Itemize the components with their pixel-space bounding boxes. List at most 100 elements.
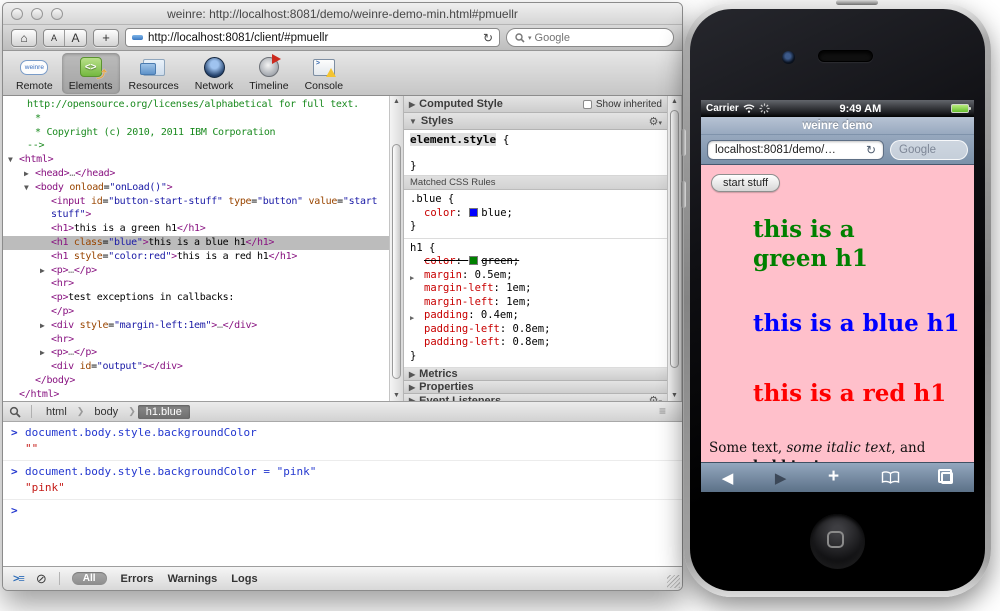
dom-tree-node[interactable]: <p>test exceptions in callbacks: <box>3 291 389 305</box>
volume-up-button[interactable] <box>681 129 686 156</box>
collapse-arrow-icon[interactable]: ▼ <box>8 153 13 167</box>
scroll-up-icon[interactable]: ▲ <box>390 98 403 105</box>
css-property[interactable]: margin-left: 1em; <box>404 282 667 296</box>
tab-console[interactable]: Console <box>298 53 351 94</box>
css-property[interactable]: ▶margin: 0.5em; <box>404 269 667 283</box>
computed-style-section-header[interactable]: ▶ Computed Style Show inherited <box>404 96 667 113</box>
tab-elements[interactable]: <> Elements <box>62 53 120 94</box>
volume-down-button[interactable] <box>681 181 686 208</box>
search-input[interactable] <box>535 32 677 44</box>
color-swatch-icon[interactable] <box>469 256 478 265</box>
splitter-handle-icon[interactable]: ≡ <box>659 404 666 418</box>
home-button[interactable]: ⌂ <box>11 29 37 47</box>
dom-tree-node[interactable]: ▼<body onload="onLoad()"> <box>3 181 389 195</box>
clear-console-icon[interactable]: ⊘ <box>36 571 47 587</box>
tab-timeline[interactable]: Timeline <box>242 53 295 94</box>
show-inherited-checkbox[interactable] <box>583 100 592 109</box>
styles-section-header[interactable]: ▼ Styles ⚙▾ <box>404 113 667 130</box>
breadcrumb-item-h1.blue[interactable]: h1.blue <box>138 405 190 419</box>
collapse-arrow-icon[interactable]: ▼ <box>409 117 417 126</box>
event-listeners-section-header[interactable]: ▶ Event Listeners ⚙▾ <box>404 394 667 401</box>
dom-tree-node[interactable]: <h1 class="blue">this is a blue h1</h1> <box>3 236 389 250</box>
properties-section-header[interactable]: ▶ Properties <box>404 381 667 394</box>
start-stuff-button[interactable]: start stuff <box>711 174 780 192</box>
font-larger-button[interactable]: A <box>65 30 86 46</box>
add-bookmark-icon[interactable]: + <box>828 466 839 488</box>
forward-icon[interactable]: ▶ <box>775 469 787 487</box>
gear-icon[interactable]: ⚙▾ <box>649 115 662 128</box>
dom-tree-node[interactable]: </html> <box>3 388 389 401</box>
sidebar-scrollbar[interactable]: ▲ ▼ <box>667 96 682 401</box>
dom-tree-scrollbar[interactable]: ▲ ▼ <box>389 96 404 401</box>
toggle-console-icon[interactable]: >≡ <box>13 573 24 585</box>
console-input-row[interactable]: > <box>3 500 682 505</box>
reload-icon[interactable]: ↻ <box>866 143 876 157</box>
dom-tree-node[interactable]: ▶<div style="margin-left:1em">…</div> <box>3 319 389 333</box>
dom-tree-node[interactable]: ▶<head>…</head> <box>3 167 389 181</box>
css-property[interactable]: padding-left: 0.8em; <box>404 336 667 350</box>
browser-search-field[interactable]: ▾ <box>506 28 674 47</box>
tab-resources[interactable]: Resources <box>122 53 186 94</box>
scroll-down-icon[interactable]: ▼ <box>668 392 681 399</box>
expand-arrow-icon[interactable]: ▶ <box>40 264 45 278</box>
font-smaller-button[interactable]: A <box>44 30 65 46</box>
css-property[interactable]: color: blue; <box>404 207 667 221</box>
back-icon[interactable]: ◀ <box>722 469 734 487</box>
dom-tree-node[interactable]: <h1>this is a green h1</h1> <box>3 222 389 236</box>
dom-tree-node[interactable]: http://opensource.org/licenses/alphabeti… <box>3 98 389 112</box>
scroll-down-icon[interactable]: ▼ <box>390 392 403 399</box>
metrics-section-header[interactable]: ▶ Metrics <box>404 368 667 381</box>
breadcrumb-item-body[interactable]: body <box>86 405 126 419</box>
dom-tree-node[interactable]: <div id="output"></div> <box>3 360 389 374</box>
dom-tree-node[interactable]: ▼<html> <box>3 153 389 167</box>
css-property[interactable]: ▶padding: 0.4em; <box>404 309 667 323</box>
filter-errors[interactable]: Errors <box>121 573 154 585</box>
dom-tree-node[interactable]: </body> <box>3 374 389 388</box>
dom-tree-node[interactable]: ▶<p>…</p> <box>3 264 389 278</box>
breadcrumb-item-html[interactable]: html <box>38 405 75 419</box>
expand-arrow-icon[interactable]: ▶ <box>409 100 415 109</box>
mobile-search-field[interactable]: Google <box>890 140 968 160</box>
css-rule[interactable]: .blue {color: blue;} <box>404 190 667 239</box>
expand-arrow-icon[interactable]: ▶ <box>40 319 45 333</box>
bookmarks-icon[interactable] <box>881 471 900 484</box>
filter-warnings[interactable]: Warnings <box>168 573 218 585</box>
search-icon[interactable] <box>9 406 21 418</box>
reload-icon[interactable]: ↻ <box>483 31 493 45</box>
scrollbar-thumb[interactable] <box>670 110 679 368</box>
css-property[interactable]: margin-left: 1em; <box>404 296 667 310</box>
expand-arrow-icon[interactable]: ▶ <box>40 346 45 360</box>
color-swatch-icon[interactable] <box>469 208 478 217</box>
console-command[interactable]: >document.body.style.backgroundColor <box>3 425 682 441</box>
expand-arrow-icon[interactable]: ▶ <box>409 370 415 379</box>
gear-icon[interactable]: ⚙▾ <box>649 394 662 401</box>
collapse-arrow-icon[interactable]: ▼ <box>24 181 29 195</box>
mobile-address-field[interactable]: localhost:8081/demo/… ↻ <box>707 140 884 160</box>
tab-network[interactable]: Network <box>188 53 241 94</box>
scrollbar-thumb[interactable] <box>392 144 401 379</box>
tab-remote[interactable]: weinre Remote <box>9 53 60 94</box>
dom-tree-node[interactable]: <hr> <box>3 277 389 291</box>
css-property[interactable]: padding-left: 0.8em; <box>404 323 667 337</box>
element-style-block[interactable]: element.style { } <box>404 130 667 176</box>
dom-tree-node[interactable]: </p> <box>3 305 389 319</box>
console-command[interactable]: >document.body.style.backgroundColor = "… <box>3 464 682 480</box>
filter-all[interactable]: All <box>72 572 107 585</box>
dom-tree-node[interactable]: <h1 style="color:red">this is a red h1</… <box>3 250 389 264</box>
url-input[interactable] <box>148 32 478 44</box>
power-button[interactable] <box>836 0 878 5</box>
filter-logs[interactable]: Logs <box>231 573 257 585</box>
scroll-up-icon[interactable]: ▲ <box>668 98 681 105</box>
home-button[interactable] <box>810 514 865 569</box>
dom-tree-node[interactable]: stuff"> <box>3 208 389 222</box>
window-titlebar[interactable]: weinre: http://localhost:8081/demo/weinr… <box>3 3 682 25</box>
dom-tree-node[interactable]: * <box>3 112 389 126</box>
css-rule[interactable]: h1 {color: green;▶margin: 0.5em;margin-l… <box>404 239 667 369</box>
resize-grip[interactable] <box>667 575 680 588</box>
expand-arrow-icon[interactable]: ▶ <box>24 167 29 181</box>
expand-arrow-icon[interactable]: ▶ <box>409 383 415 392</box>
pages-icon[interactable] <box>941 472 953 484</box>
dom-tree-node[interactable]: --> <box>3 139 389 153</box>
new-tab-button[interactable]: + <box>93 29 119 47</box>
dom-tree-node[interactable]: <input id="button-start-stuff" type="but… <box>3 195 389 209</box>
